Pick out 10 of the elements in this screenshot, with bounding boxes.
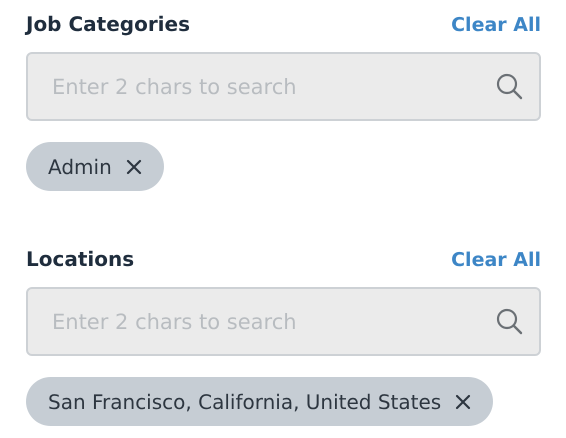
search-icon[interactable] bbox=[495, 72, 523, 100]
close-icon[interactable] bbox=[126, 158, 142, 174]
search-icon[interactable] bbox=[495, 307, 523, 335]
clear-all-link[interactable]: Clear All bbox=[451, 249, 541, 271]
clear-all-link[interactable]: Clear All bbox=[451, 14, 541, 36]
section-title: Job Categories bbox=[26, 12, 190, 36]
chip-label: Admin bbox=[48, 154, 112, 178]
chip-label: San Francisco, California, United States bbox=[48, 390, 442, 414]
section-title: Locations bbox=[26, 247, 134, 271]
close-icon[interactable] bbox=[455, 394, 472, 410]
